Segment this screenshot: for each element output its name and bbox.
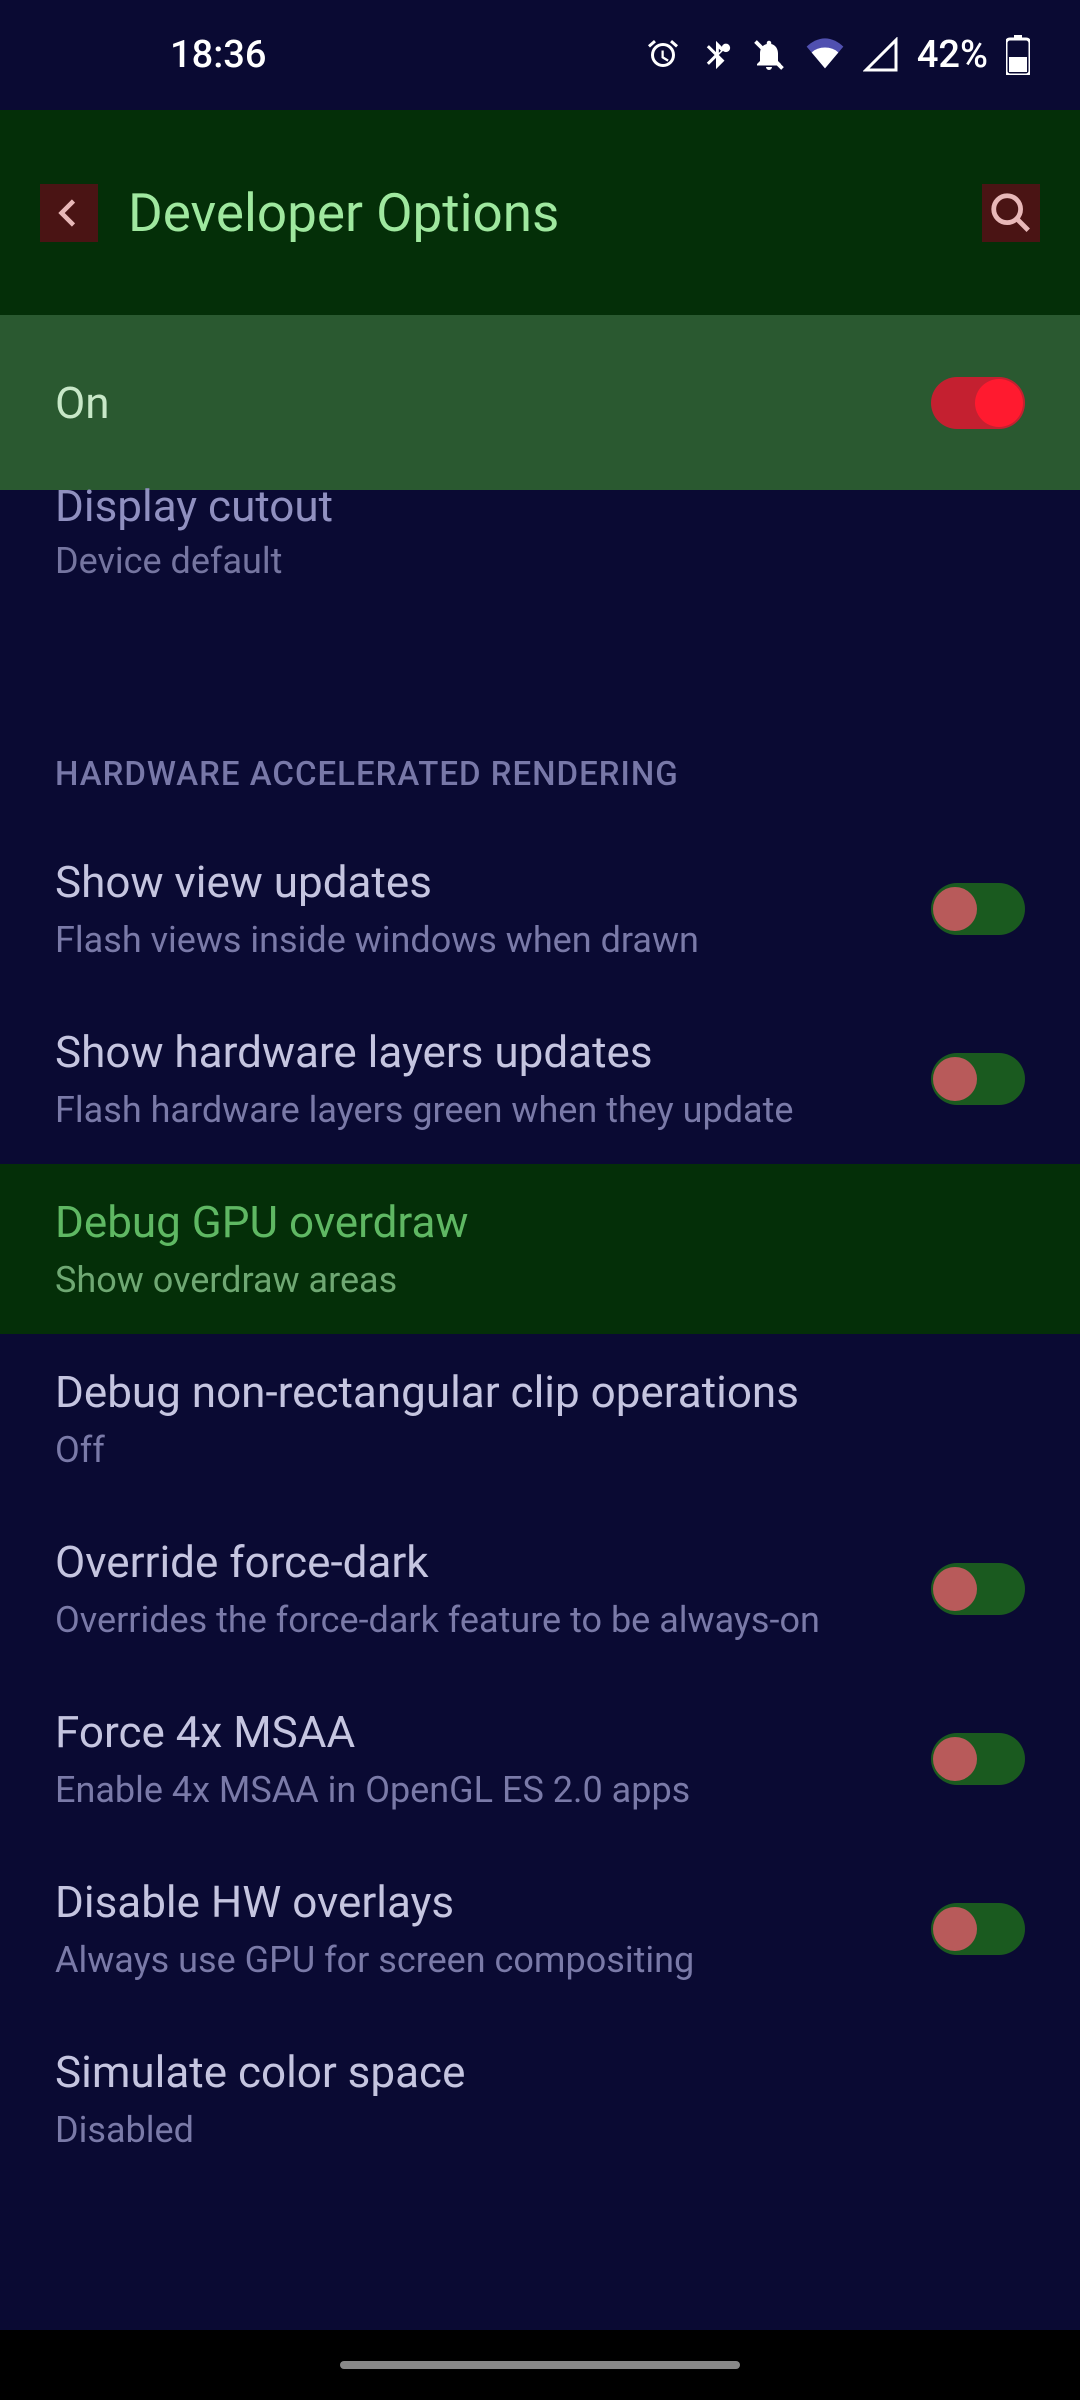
setting-subtitle: Off <box>55 1427 995 1474</box>
status-time: 18:36 <box>170 33 266 77</box>
setting-title: Simulate color space <box>55 2044 995 2101</box>
setting-show-view-updates[interactable]: Show view updates Flash views inside win… <box>0 824 1080 994</box>
master-toggle-switch[interactable] <box>931 377 1025 429</box>
section-header-rendering: HARDWARE ACCELERATED RENDERING <box>0 625 1080 824</box>
setting-subtitle: Device default <box>55 540 1025 582</box>
setting-debug-clip-operations[interactable]: Debug non-rectangular clip operations Of… <box>0 1334 1080 1504</box>
setting-debug-gpu-overdraw[interactable]: Debug GPU overdraw Show overdraw areas <box>0 1164 1080 1334</box>
back-button[interactable] <box>40 184 98 242</box>
setting-title: Display cutout <box>55 480 1025 532</box>
bluetooth-icon <box>699 38 733 72</box>
master-toggle-label: On <box>55 377 110 429</box>
status-bar: 18:36 42% <box>0 0 1080 110</box>
setting-title: Debug GPU overdraw <box>55 1194 995 1251</box>
setting-subtitle: Flash hardware layers green when they up… <box>55 1087 901 1134</box>
toggle-switch[interactable] <box>931 1733 1025 1785</box>
setting-subtitle: Flash views inside windows when drawn <box>55 917 901 964</box>
setting-subtitle: Overrides the force-dark feature to be a… <box>55 1597 901 1644</box>
setting-show-hardware-layers[interactable]: Show hardware layers updates Flash hardw… <box>0 994 1080 1164</box>
page-title: Developer Options <box>128 182 952 244</box>
search-button[interactable] <box>982 184 1040 242</box>
setting-title: Override force-dark <box>55 1534 901 1591</box>
signal-icon <box>863 37 899 73</box>
setting-simulate-color-space[interactable]: Simulate color space Disabled <box>0 2014 1080 2184</box>
notifications-off-icon <box>751 37 787 73</box>
navigation-bar <box>0 2330 1080 2400</box>
setting-display-cutout[interactable]: Display cutout Device default <box>0 490 1080 625</box>
setting-subtitle: Always use GPU for screen compositing <box>55 1937 901 1984</box>
setting-subtitle: Show overdraw areas <box>55 1257 995 1304</box>
setting-title: Disable HW overlays <box>55 1874 901 1931</box>
wifi-icon <box>805 37 845 73</box>
nav-handle[interactable] <box>340 2361 740 2369</box>
setting-title: Debug non-rectangular clip operations <box>55 1364 995 1421</box>
toggle-switch[interactable] <box>931 1053 1025 1105</box>
settings-list: Display cutout Device default HARDWARE A… <box>0 490 1080 2184</box>
setting-override-force-dark[interactable]: Override force-dark Overrides the force-… <box>0 1504 1080 1674</box>
master-toggle-row[interactable]: On <box>0 315 1080 490</box>
setting-subtitle: Enable 4x MSAA in OpenGL ES 2.0 apps <box>55 1767 901 1814</box>
toggle-switch[interactable] <box>931 1903 1025 1955</box>
toggle-switch[interactable] <box>931 883 1025 935</box>
toggle-switch[interactable] <box>931 1563 1025 1615</box>
setting-title: Show hardware layers updates <box>55 1024 901 1081</box>
battery-icon <box>1006 35 1030 75</box>
setting-title: Show view updates <box>55 854 901 911</box>
setting-subtitle: Disabled <box>55 2107 995 2154</box>
app-bar: Developer Options <box>0 110 1080 315</box>
setting-disable-hw-overlays[interactable]: Disable HW overlays Always use GPU for s… <box>0 1844 1080 2014</box>
battery-percent: 42% <box>917 33 988 77</box>
setting-force-4x-msaa[interactable]: Force 4x MSAA Enable 4x MSAA in OpenGL E… <box>0 1674 1080 1844</box>
alarm-icon <box>645 37 681 73</box>
setting-title: Force 4x MSAA <box>55 1704 901 1761</box>
